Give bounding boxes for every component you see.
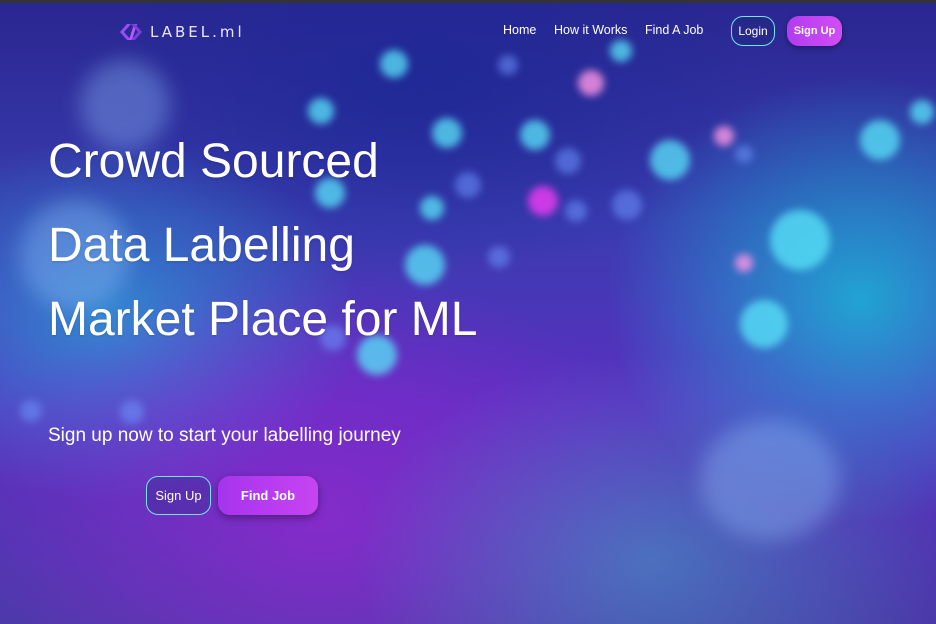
find-job-button[interactable]: Find Job (218, 476, 318, 515)
hero-signup-button[interactable]: Sign Up (146, 476, 211, 515)
hero-subtitle: Sign up now to start your labelling jour… (48, 425, 401, 446)
hero-title-line-3: Market Place for ML (48, 293, 478, 346)
window-top-edge (0, 0, 936, 3)
logo-text: LABEL.ml (150, 23, 245, 41)
nav-link-how-it-works[interactable]: How it Works (554, 23, 627, 37)
login-button[interactable]: Login (731, 16, 775, 46)
nav-link-find-a-job[interactable]: Find A Job (645, 23, 703, 37)
landing-page: LABEL.ml Home How it Works Find A Job Lo… (0, 0, 936, 624)
logo[interactable]: LABEL.ml (118, 20, 245, 44)
hero-title-line-1: Crowd Sourced (48, 135, 379, 188)
nav-link-home[interactable]: Home (503, 23, 536, 37)
nav-signup-button[interactable]: Sign Up (787, 16, 842, 46)
hero-title-line-2: Data Labelling (48, 219, 355, 272)
logo-icon (120, 24, 142, 40)
